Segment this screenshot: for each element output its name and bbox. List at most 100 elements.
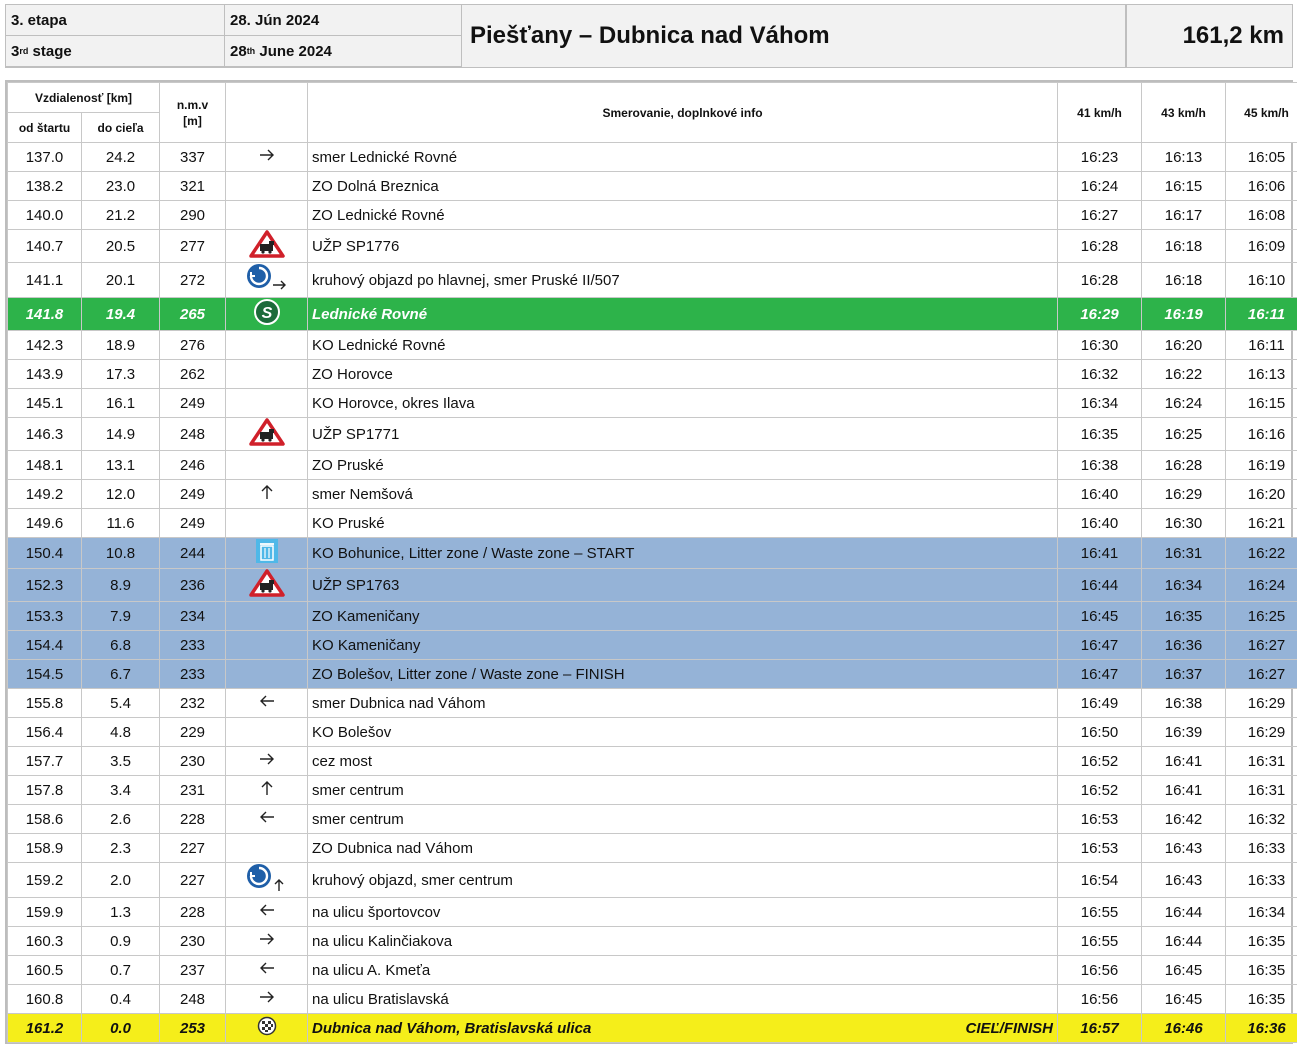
cell-time-45: 16:11 [1225,297,1297,331]
cell-altitude: 248 [159,417,227,451]
cell-time-41: 16:29 [1057,297,1143,331]
table-row: 141.1 20.1 272 kruhový objazd po hlavnej, s… [7,262,1297,298]
finish-label: CIEĽ/FINISH [965,1019,1054,1037]
cell-altitude: 230 [159,746,227,776]
cell-time-43: 16:19 [1141,297,1227,331]
cell-to-finish: 8.9 [80,568,161,602]
cell-time-45: 16:27 [1225,630,1297,660]
cell-from-start: 155.8 [7,688,82,718]
cell-info-text: ZO Lednické Rovné [312,206,445,224]
cell-time-43: 16:45 [1141,955,1227,985]
stage-distance-text: 161,2 km [1182,22,1284,49]
table-row: 140.0 21.2 290 ZO Lednické Rovné 16:27 16:17 1… [7,200,1297,230]
stage-header: 3. etapa 3rd stage 28. Jún 2024 28th Jun… [5,4,1293,68]
cell-time-43: 16:15 [1141,171,1227,201]
cell-info: ZO Pruské [307,450,1059,480]
svg-text:S: S [261,305,272,322]
cell-from-start: 154.4 [7,630,82,660]
cell-info-text: na ulicu Kalinčiakova [312,932,453,950]
header-info: Smerovanie, doplnkové info [307,82,1059,143]
stage-number-en: 3rd stage [6,36,225,67]
table-row: 161.2 0.0 253 CIEĽ/FINISH Dubnica nad Váhom,… [7,1013,1297,1043]
cell-altitude: 246 [159,450,227,480]
cell-from-start: 153.3 [7,601,82,631]
cell-info: na ulicu športovcov [307,897,1059,927]
cell-time-41: 16:54 [1057,862,1143,898]
cell-info-text: smer centrum [312,810,404,828]
cell-icon [225,897,309,927]
cell-to-finish: 6.8 [80,630,161,660]
cell-time-45: 16:15 [1225,388,1297,418]
cell-icon [225,568,309,602]
cell-time-41: 16:38 [1057,450,1143,480]
cell-time-45: 16:33 [1225,833,1297,863]
cell-time-45: 16:11 [1225,330,1297,360]
cell-time-45: 16:35 [1225,955,1297,985]
cell-info-text: KO Kameničany [312,636,421,654]
cell-from-start: 152.3 [7,568,82,602]
cell-time-41: 16:56 [1057,984,1143,1014]
cell-to-finish: 2.3 [80,833,161,863]
cell-from-start: 138.2 [7,171,82,201]
cell-from-start: 137.0 [7,142,82,172]
cell-to-finish: 2.6 [80,804,161,834]
cell-to-finish: 18.9 [80,330,161,360]
cell-info-text: smer Dubnica nad Váhom [312,694,486,712]
header-to-finish: do cieľa [80,112,161,143]
railway-crossing-icon [248,569,285,601]
cell-to-finish: 3.4 [80,775,161,805]
cell-altitude: 277 [159,229,227,263]
cell-time-41: 16:57 [1057,1013,1143,1043]
cell-from-start: 158.6 [7,804,82,834]
cell-to-finish: 12.0 [80,479,161,509]
cell-time-41: 16:52 [1057,775,1143,805]
cell-time-45: 16:32 [1225,804,1297,834]
table-row: 159.9 1.3 228 na ulicu športovcov 16:55 16:44… [7,897,1297,927]
table-row: 137.0 24.2 337 smer Lednické Rovné 16:23 16:1… [7,142,1297,172]
cell-icon [225,926,309,956]
cell-icon [225,601,309,631]
cell-info: UŽP SP1763 [307,568,1059,602]
cell-to-finish: 13.1 [80,450,161,480]
cell-altitude: 249 [159,508,227,538]
cell-info-text: smer Lednické Rovné [312,148,458,166]
cell-time-41: 16:53 [1057,833,1143,863]
cell-icon [225,537,309,569]
cell-from-start: 160.3 [7,926,82,956]
table-row: 142.3 18.9 276 KO Lednické Rovné 16:30 16:20 1… [7,330,1297,360]
cell-time-41: 16:32 [1057,359,1143,389]
cell-info: smer Lednické Rovné [307,142,1059,172]
cell-altitude: 227 [159,833,227,863]
cell-to-finish: 5.4 [80,688,161,718]
cell-icon [225,417,309,451]
cell-time-45: 16:34 [1225,897,1297,927]
cell-icon [225,200,309,230]
cell-time-43: 16:41 [1141,775,1227,805]
cell-icon [225,862,309,898]
cell-time-45: 16:06 [1225,171,1297,201]
cell-info: ZO Dolná Breznica [307,171,1059,201]
cell-time-41: 16:55 [1057,926,1143,956]
cell-time-43: 16:46 [1141,1013,1227,1043]
cell-time-41: 16:40 [1057,508,1143,538]
cell-time-45: 16:08 [1225,200,1297,230]
header-altitude-line2: [m] [183,113,202,128]
stage-date-sk: 28. Jún 2024 [225,5,462,36]
cell-icon [225,262,309,298]
cell-to-finish: 1.3 [80,897,161,927]
cell-info-text: Lednické Rovné [312,305,428,323]
cell-info: smer Dubnica nad Váhom [307,688,1059,718]
cell-altitude: 230 [159,926,227,956]
cell-to-finish: 0.7 [80,955,161,985]
stage-number-sk-text: 3. etapa [11,11,67,29]
table-row: 140.7 20.5 277 UŽP SP1776 16:28 16:18 16:09 [7,229,1297,263]
cell-info-text: KO Bohunice, Litter zone / Waste zone – … [312,544,635,562]
cell-time-41: 16:55 [1057,897,1143,927]
header-speed-45: 45 km/h [1225,82,1297,143]
cell-time-41: 16:30 [1057,330,1143,360]
table-row: 157.8 3.4 231 smer centrum 16:52 16:41 16:31 [7,775,1297,805]
arrow-up-icon [260,779,274,801]
stage-date-en-rest: June 2024 [255,42,332,60]
cell-icon [225,1013,309,1043]
stage-title: Piešťany – Dubnica nad Váhom [462,5,1126,67]
